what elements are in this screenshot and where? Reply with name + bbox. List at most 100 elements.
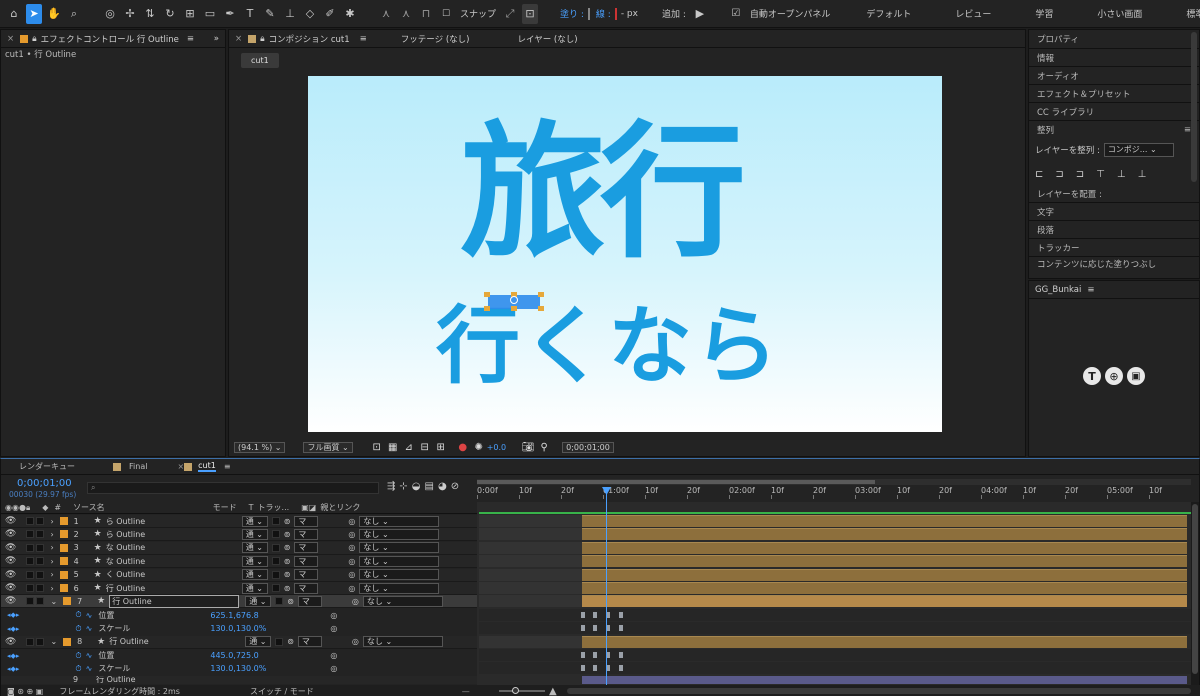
comp-breadcrumb[interactable]: cut1 xyxy=(241,52,279,68)
grid-icon[interactable]: ⊞ xyxy=(433,439,449,455)
keyframe-marker[interactable] xyxy=(581,652,585,658)
track-matte-dropdown[interactable]: マ ⌄ xyxy=(294,528,319,548)
label-color-box[interactable] xyxy=(63,597,72,606)
pickwhip-icon[interactable]: ◎ xyxy=(348,543,355,552)
preserve-transparency-toggle[interactable] xyxy=(271,584,280,592)
layer-row[interactable]: 👁︎ ⌄ 8 ★行 Outline 通 ⌄ ⊚マ ⌄ ◎なし ⌄ xyxy=(1,635,477,655)
track-matte-link-icon[interactable]: ⊚ xyxy=(284,557,291,566)
keyframe-nav-icon[interactable]: ◂◆▸ xyxy=(7,625,19,633)
effect-panel-title[interactable]: エフェクトコントロール 行 Outline xyxy=(41,33,179,45)
panel-content-aware-fill[interactable]: コンテンツに応じた塗りつぶし xyxy=(1029,256,1199,270)
lock-icon[interactable]: 🔒︎ xyxy=(32,34,37,44)
keyframe-marker[interactable] xyxy=(593,611,597,618)
stopwatch-icon[interactable]: ⏱ xyxy=(75,624,81,634)
graph-editor-icon[interactable]: ⊘ xyxy=(451,481,459,492)
layer-name[interactable]: ら Outline xyxy=(106,516,236,527)
layer-mode-dropdown[interactable]: 通 ⌄ xyxy=(245,636,272,648)
playhead[interactable] xyxy=(606,488,607,686)
col-parent[interactable]: 親とリンク xyxy=(320,502,360,513)
eye-icon[interactable]: 👁︎ xyxy=(5,583,16,593)
eye-icon[interactable]: 👁︎ xyxy=(5,516,16,526)
lock-toggle[interactable] xyxy=(36,584,45,592)
expand-chevron-icon[interactable]: › xyxy=(50,557,53,566)
stopwatch-icon[interactable]: ⏱ xyxy=(75,664,81,674)
panel-properties[interactable]: プロパティ xyxy=(1029,30,1199,48)
expand-chevron-icon[interactable]: ⌄ xyxy=(50,637,57,646)
clone-stamp-icon[interactable]: ⊥ xyxy=(282,4,298,24)
exposure-reset-icon[interactable]: ✺ xyxy=(471,439,487,455)
show-snapshot-icon[interactable]: ⚲ xyxy=(536,439,552,455)
label-color-box[interactable] xyxy=(63,637,72,646)
workspace-learn[interactable]: 学習 xyxy=(1021,7,1067,20)
close-icon[interactable]: × xyxy=(235,34,242,44)
tab-render-queue[interactable]: レンダーキュー xyxy=(19,461,75,472)
pickwhip-icon[interactable]: ◎ xyxy=(352,597,359,606)
exposure-value[interactable]: +0.0 xyxy=(487,443,506,452)
layer-tab[interactable]: レイヤー (なし) xyxy=(517,33,577,45)
parent-dropdown[interactable]: なし ⌄ xyxy=(362,595,443,607)
eye-icon[interactable]: 👁︎ xyxy=(5,556,16,566)
guides-icon[interactable]: ⊟ xyxy=(417,439,433,455)
center-split-icon[interactable]: ⊕ xyxy=(1105,367,1123,385)
parent-dropdown[interactable]: なし ⌄ xyxy=(359,555,440,567)
track-matte-dropdown[interactable]: マ ⌄ xyxy=(297,595,322,615)
keyframe-nav-icon[interactable]: ◂◆▸ xyxy=(7,665,19,673)
axis-view-icon[interactable]: ⊓ xyxy=(418,4,434,24)
panel-menu-icon[interactable]: ≡ xyxy=(360,34,367,44)
draft-3d-icon[interactable]: ⊹ xyxy=(399,481,407,492)
track-matte-link-icon[interactable]: ⊚ xyxy=(284,517,291,526)
eye-icon[interactable]: 👁︎ xyxy=(5,543,16,553)
pickwhip-icon[interactable]: ◎ xyxy=(330,651,337,660)
pickwhip-icon[interactable]: ◎ xyxy=(330,624,337,633)
property-value[interactable]: 130.0,130.0% xyxy=(210,624,320,633)
zoom-out-icon[interactable]: — xyxy=(462,687,470,696)
track-matte-dropdown[interactable]: マ ⌄ xyxy=(294,515,319,535)
track-matte-dropdown[interactable]: マ ⌄ xyxy=(294,555,319,575)
layer-row[interactable]: 👁︎ › 5 ★ く Outline 通 ⌄ ⊚マ ⌄ ◎ なし ⌄ xyxy=(1,568,477,588)
keyframe-marker[interactable] xyxy=(593,665,597,672)
expand-chevron-icon[interactable]: › xyxy=(50,530,53,539)
layer-duration-bar[interactable] xyxy=(582,635,1187,648)
color-channel-icon[interactable]: ● xyxy=(455,439,471,455)
lock-toggle[interactable] xyxy=(36,517,45,525)
solo-toggle[interactable] xyxy=(26,530,35,539)
pan-tool-icon[interactable]: ✢ xyxy=(122,4,138,24)
parent-dropdown[interactable]: なし ⌄ xyxy=(359,542,440,554)
expand-chevron-icon[interactable]: › xyxy=(50,570,53,579)
label-color-box[interactable] xyxy=(59,570,68,579)
comp-mini-flowchart-icon[interactable]: ⇶ xyxy=(387,481,395,492)
layer-duration-bar[interactable] xyxy=(582,595,1187,608)
layer-name[interactable]: な Outline xyxy=(106,542,236,553)
workspace-standard[interactable]: 標準 xyxy=(1172,7,1200,20)
preserve-transparency-toggle[interactable] xyxy=(271,530,280,539)
zoom-slider-handle[interactable] xyxy=(512,687,519,694)
parent-dropdown[interactable]: なし ⌄ xyxy=(359,515,440,527)
expand-chevron-icon[interactable]: › xyxy=(50,584,53,593)
panel-menu-icon[interactable]: ≡ xyxy=(187,34,194,44)
layer-name[interactable]: な Outline xyxy=(106,556,236,567)
anchor-tool-icon[interactable]: ⊞ xyxy=(182,4,198,24)
text-split-icon[interactable]: T xyxy=(1083,367,1101,385)
pickwhip-icon[interactable]: ◎ xyxy=(330,611,337,620)
layer-name[interactable]: 行 Outline xyxy=(109,636,239,647)
layer-mode-dropdown[interactable]: 通 ⌄ xyxy=(241,542,268,554)
transparency-grid-icon[interactable]: ▦ xyxy=(385,439,401,455)
keyframe-nav-icon[interactable]: ◂◆▸ xyxy=(7,652,19,660)
track-matte-dropdown[interactable]: マ ⌄ xyxy=(294,582,319,602)
footer-icons[interactable]: ◙ ⊛ ⊕ ▣ xyxy=(7,687,43,696)
comp-tab-title[interactable]: コンポジション cut1 xyxy=(269,33,350,45)
graph-icon[interactable]: ∿ xyxy=(86,624,93,633)
time-ruler[interactable]: 0:00f 10f 20f 01:00f 10f 20f 02:00f 10f 20f 03:00… xyxy=(477,485,1191,499)
anchor-point-icon[interactable] xyxy=(510,296,518,304)
layer-row[interactable]: 👁︎ ⌄ 7 ★行 Outline 通 ⌄ ⊚マ ⌄ ◎なし ⌄ xyxy=(1,594,477,615)
parent-dropdown[interactable]: なし ⌄ xyxy=(359,569,440,581)
lock-toggle[interactable] xyxy=(36,543,45,552)
timeline-scrollbar[interactable] xyxy=(1191,502,1199,686)
keyframe-marker[interactable] xyxy=(619,611,623,618)
layer-name[interactable]: 行 Outline xyxy=(109,594,240,608)
solo-toggle[interactable] xyxy=(26,570,35,579)
align-panel-title[interactable]: 整列 xyxy=(1037,124,1054,136)
graph-icon[interactable]: ∿ xyxy=(86,651,93,660)
eye-icon[interactable]: 👁︎ xyxy=(5,596,16,606)
solo-toggle[interactable] xyxy=(26,597,35,606)
